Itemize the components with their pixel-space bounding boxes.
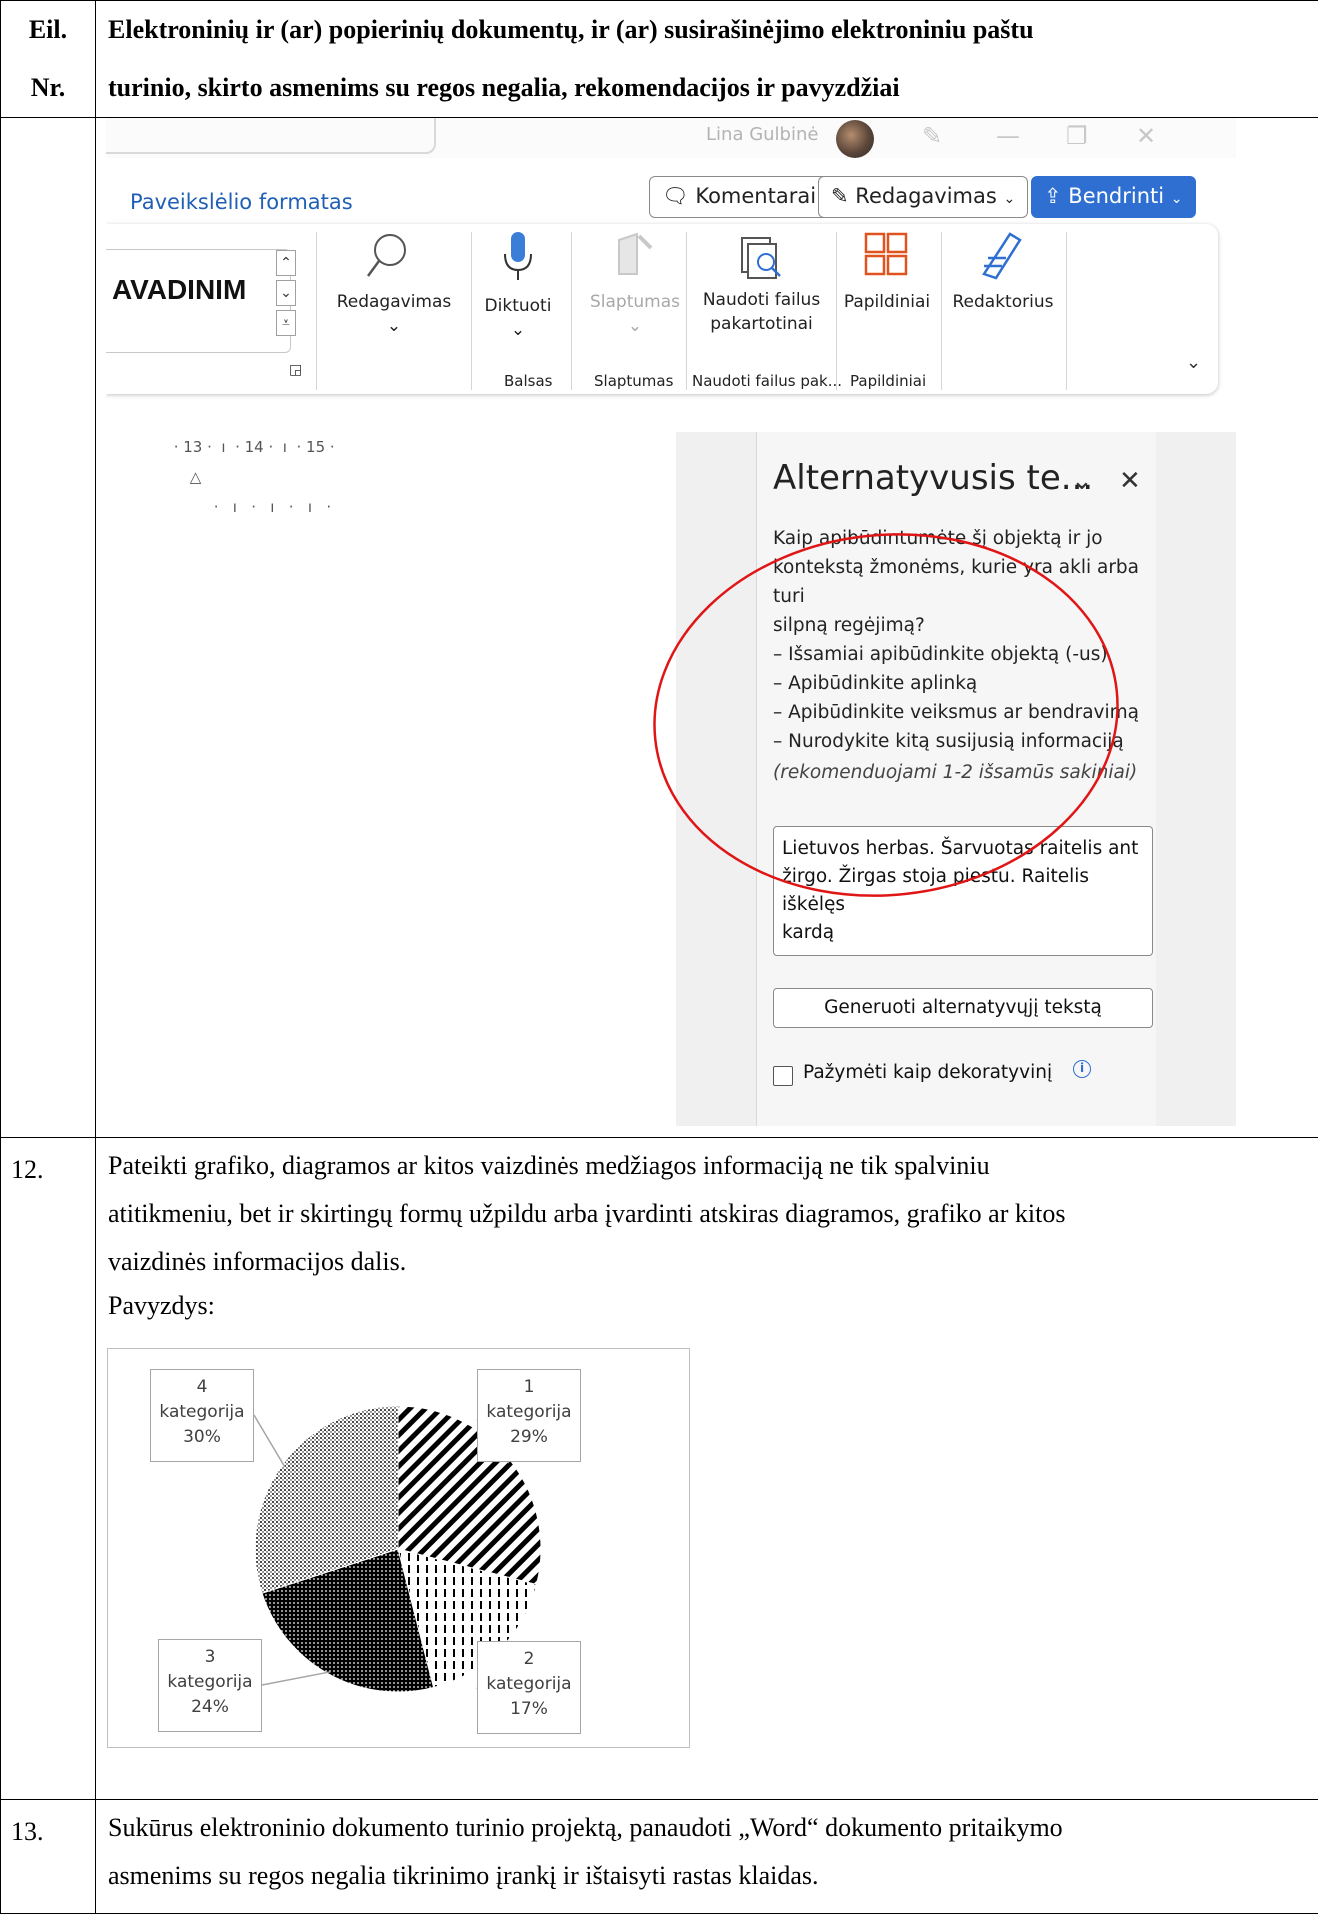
pie-label-name: kategorija [478,1672,580,1697]
row12-number: 12. [1,1138,95,1194]
pie-chart-frame: 1 kategorija 29% 2 kategorija 17% 3 kate… [107,1348,690,1748]
pie-label-percent: 17% [478,1697,580,1722]
pie-label-number: 2 [478,1647,580,1672]
row12-line: Pateikti grafiko, diagramos ar kitos vai… [108,1142,1308,1190]
pie-label-percent: 30% [151,1425,253,1450]
pie-label-number: 3 [159,1645,261,1670]
row13-line: Sukūrus elektroninio dokumento turinio p… [108,1804,1308,1852]
row13-text: Sukūrus elektroninio dokumento turinio p… [96,1800,1318,1900]
row13-number: 13. [1,1800,95,1856]
pie-label-category-4: 4 kategorija 30% [150,1369,254,1462]
header-number-line1: Eil. [1,1,95,59]
word-screenshot: Lina Gulbinė ✎ — ❐ ✕ Paveikslėlio format… [106,118,1236,1126]
row12-number-cell: 12. [1,1138,96,1800]
header-title-line1: Elektroninių ir (ar) popierinių dokument… [96,1,1318,59]
row11-number-cell [1,118,96,1138]
pie-leader-line [254,1415,285,1467]
header-number-line2: Nr. [1,59,95,117]
row11-content-cell: Lina Gulbinė ✎ — ❐ ✕ Paveikslėlio format… [96,118,1318,1138]
row13-line: asmenims su regos negalia tikrinimo įran… [108,1852,1308,1900]
pie-label-number: 4 [151,1375,253,1400]
header-title-line2: turinio, skirto asmenims su regos negali… [96,59,1318,117]
row12-line: atitikmeniu, bet ir skirtingų formų užpi… [108,1190,1308,1238]
pie-label-name: kategorija [478,1400,580,1425]
row12-line: vaizdinės informacijos dalis. [108,1238,1308,1286]
red-highlight-ellipse [106,118,1236,1126]
row13-content-cell: Sukūrus elektroninio dokumento turinio p… [96,1800,1318,1914]
pie-label-number: 1 [478,1375,580,1400]
pie-label-category-2: 2 kategorija 17% [477,1641,581,1734]
pie-label-category-3: 3 kategorija 24% [158,1639,262,1732]
header-title-cell: Elektroninių ir (ar) popierinių dokument… [96,1,1318,118]
example-label: Pavyzdys: [108,1286,1308,1326]
pie-leader-line [262,1672,330,1685]
pie-label-percent: 24% [159,1695,261,1720]
pie-label-name: kategorija [159,1670,261,1695]
header-number-cell: Eil. Nr. [1,1,96,118]
pie-label-name: kategorija [151,1400,253,1425]
pie-label-percent: 29% [478,1425,580,1450]
row12-text: Pateikti grafiko, diagramos ar kitos vai… [96,1138,1318,1326]
pie-label-category-1: 1 kategorija 29% [477,1369,581,1462]
row13-number-cell: 13. [1,1800,96,1914]
